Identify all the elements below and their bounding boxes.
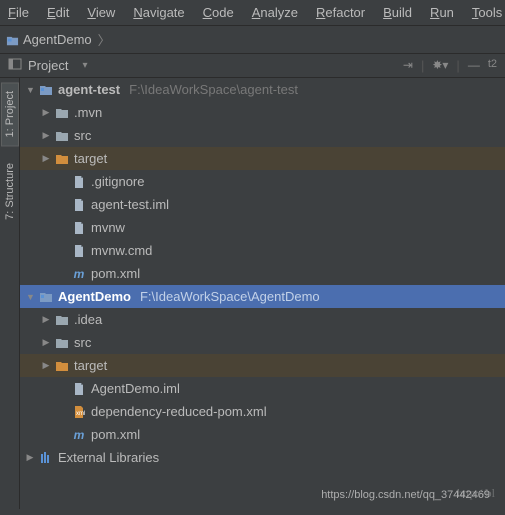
breadcrumb: AgentDemo 〉	[0, 26, 505, 54]
tree-row[interactable]: src	[20, 124, 505, 147]
tree-item-path: F:\IdeaWorkSpace\AgentDemo	[140, 289, 320, 304]
chevron-right-icon[interactable]	[42, 314, 50, 325]
menu-item-edit[interactable]: Edit	[39, 2, 77, 23]
breadcrumb-separator: 〉	[98, 30, 111, 49]
module-folder-icon	[6, 34, 19, 45]
collapse-all-icon[interactable]: ⇥	[403, 58, 413, 73]
tree-item-label: agent-test	[58, 82, 120, 97]
chevron-right-icon[interactable]	[42, 337, 50, 348]
hide-icon[interactable]: —	[468, 58, 480, 73]
right-indicator: t2	[488, 58, 497, 73]
tree-row[interactable]: m pom.xml	[20, 423, 505, 446]
tree-row[interactable]: agent-test F:\IdeaWorkSpace\agent-test	[20, 78, 505, 101]
chevron-right-icon[interactable]	[42, 153, 50, 164]
tree-item-label: mvnw	[91, 220, 125, 235]
divider: |	[456, 58, 459, 73]
tree-row[interactable]: xml dependency-reduced-pom.xml	[20, 400, 505, 423]
tree-item-label: .idea	[74, 312, 102, 327]
tree-row[interactable]: .idea	[20, 308, 505, 331]
watermark-fg: https://blog.csdn.net/qq_37442469	[321, 489, 490, 501]
tree-row[interactable]: External Libraries	[20, 446, 505, 469]
maven-icon: m	[72, 267, 86, 281]
menu-item-navigate[interactable]: Navigate	[125, 2, 192, 23]
toolwindow-actions: ⇥ | ✸▾ | — t2	[403, 58, 497, 73]
menu-item-analyze[interactable]: Analyze	[244, 2, 306, 23]
tree-row[interactable]: mvnw.cmd	[20, 239, 505, 262]
menu-bar: FileEditViewNavigateCodeAnalyzeRefactorB…	[0, 0, 505, 26]
tree-item-label: External Libraries	[58, 450, 159, 465]
toolwindow-title[interactable]: Project	[28, 58, 68, 73]
sidebar-tab-structure[interactable]: 7: Structure	[1, 154, 19, 229]
menu-item-run[interactable]: Run	[422, 2, 462, 23]
tree-item-label: src	[74, 335, 91, 350]
dropdown-arrow-icon[interactable]: ▾	[82, 60, 87, 71]
tree-row[interactable]: agent-test.iml	[20, 193, 505, 216]
tree-item-label: target	[74, 358, 107, 373]
file-icon	[72, 175, 86, 189]
tree-item-label: target	[74, 151, 107, 166]
xml-icon: xml	[72, 405, 86, 419]
file-icon	[72, 382, 86, 396]
tree-item-label: .mvn	[74, 105, 102, 120]
tree-item-label: mvnw.cmd	[91, 243, 152, 258]
tree-item-label: AgentDemo	[58, 289, 131, 304]
gear-icon[interactable]: ✸▾	[432, 58, 448, 73]
tree-row[interactable]: target	[20, 354, 505, 377]
libs-icon	[39, 451, 53, 465]
menu-item-file[interactable]: File	[0, 2, 37, 23]
tree-row[interactable]: AgentDemo.iml	[20, 377, 505, 400]
divider: |	[421, 58, 424, 73]
tree-row[interactable]: mvnw	[20, 216, 505, 239]
file-icon	[72, 221, 86, 235]
tree-row[interactable]: target	[20, 147, 505, 170]
menu-item-code[interactable]: Code	[195, 2, 242, 23]
project-tree[interactable]: agent-test F:\IdeaWorkSpace\agent-test .mv…	[20, 78, 505, 509]
svg-text:xml: xml	[76, 411, 85, 417]
menu-item-refactor[interactable]: Refactor	[308, 2, 373, 23]
folder-icon	[55, 129, 69, 143]
tree-item-path: F:\IdeaWorkSpace\agent-test	[129, 82, 298, 97]
menu-item-tools[interactable]: Tools	[464, 2, 505, 23]
tree-item-label: agent-test.iml	[91, 197, 169, 212]
chevron-right-icon[interactable]	[42, 130, 50, 141]
tree-item-label: .gitignore	[91, 174, 144, 189]
folder-icon	[55, 106, 69, 120]
tree-row[interactable]: .mvn	[20, 101, 505, 124]
chevron-down-icon[interactable]	[26, 292, 34, 302]
tree-item-label: AgentDemo.iml	[91, 381, 180, 396]
tree-row[interactable]: src	[20, 331, 505, 354]
menu-item-build[interactable]: Build	[375, 2, 420, 23]
tree-row[interactable]: m pom.xml	[20, 262, 505, 285]
file-icon	[72, 198, 86, 212]
maven-icon: m	[72, 428, 86, 442]
chevron-right-icon[interactable]	[42, 360, 50, 371]
module-icon	[39, 83, 53, 97]
left-gutter-tabs: 1: Project 7: Structure	[0, 78, 20, 509]
project-toolwindow-header: Project ▾ ⇥ | ✸▾ | — t2	[0, 54, 505, 78]
folder-icon	[55, 336, 69, 350]
folder-orange-icon	[55, 152, 69, 166]
folder-orange-icon	[55, 359, 69, 373]
tree-item-label: pom.xml	[91, 266, 140, 281]
tree-item-label: pom.xml	[91, 427, 140, 442]
chevron-right-icon[interactable]	[42, 107, 50, 118]
tree-item-label: src	[74, 128, 91, 143]
module-icon	[39, 290, 53, 304]
chevron-down-icon[interactable]	[26, 85, 34, 95]
project-view-icon	[8, 58, 22, 73]
menu-item-view[interactable]: View	[79, 2, 123, 23]
chevron-right-icon[interactable]	[26, 452, 34, 463]
folder-icon	[55, 313, 69, 327]
file-icon	[72, 244, 86, 258]
tree-row[interactable]: .gitignore	[20, 170, 505, 193]
tree-row[interactable]: AgentDemo F:\IdeaWorkSpace\AgentDemo	[20, 285, 505, 308]
tree-item-label: dependency-reduced-pom.xml	[91, 404, 267, 419]
sidebar-tab-project[interactable]: 1: Project	[1, 82, 19, 146]
breadcrumb-project[interactable]: AgentDemo	[23, 32, 92, 47]
